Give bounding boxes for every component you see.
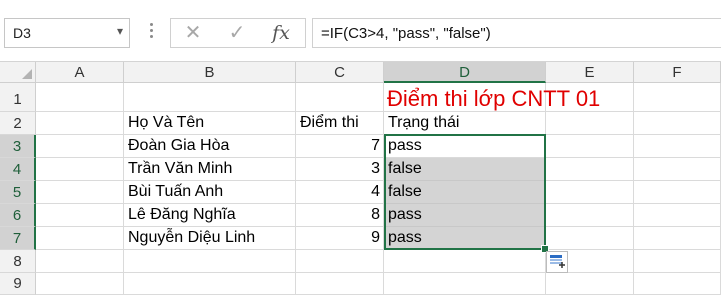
column-header-f[interactable]: F (634, 62, 721, 83)
grid-cell[interactable] (634, 273, 721, 295)
insert-function-button[interactable]: fx (261, 19, 301, 47)
grid-cell[interactable] (36, 227, 124, 250)
cell-d3[interactable]: pass (384, 135, 546, 158)
record-score: 4 (371, 183, 380, 200)
drag-handle-icon[interactable] (148, 20, 154, 44)
grid-cell[interactable] (296, 273, 384, 295)
grid-cell[interactable] (546, 273, 634, 295)
record-name: Bùi Tuấn Anh (128, 183, 224, 200)
record-score: 8 (371, 206, 380, 223)
grid-cell[interactable] (634, 250, 721, 273)
record-status: false (388, 183, 422, 200)
column-header-e[interactable]: E (546, 62, 634, 83)
grid-cell[interactable] (384, 273, 546, 295)
cell-d4[interactable]: false (384, 158, 546, 181)
row-header-1[interactable]: 1 (0, 83, 36, 112)
grid-cell[interactable] (546, 227, 634, 250)
cell-d7[interactable]: pass (384, 227, 546, 250)
header-name: Họ Và Tên (128, 114, 205, 131)
cell-d2[interactable]: Trạng thái (384, 112, 546, 135)
record-score: 7 (371, 137, 380, 154)
cell-b3[interactable]: Đoàn Gia Hòa (124, 135, 296, 158)
grid-cell[interactable] (296, 83, 384, 112)
grid-cell[interactable] (634, 181, 721, 204)
record-status: false (388, 160, 422, 177)
cell-c7[interactable]: 9 (296, 227, 384, 250)
row-header-7[interactable]: 7 (0, 227, 36, 250)
record-score: 9 (371, 229, 380, 246)
cell-b7[interactable]: Nguyễn Diệu Linh (124, 227, 296, 250)
grid-cell[interactable] (384, 250, 546, 273)
grid-cell[interactable] (546, 204, 634, 227)
grid-cell[interactable] (546, 158, 634, 181)
cell-d6[interactable]: pass (384, 204, 546, 227)
formula-input[interactable]: =IF(C3>4, "pass", "false") (312, 18, 721, 48)
grid-cell[interactable] (546, 112, 634, 135)
grid-cell[interactable] (546, 135, 634, 158)
grid-cell[interactable] (36, 112, 124, 135)
sheet-title: Điểm thi lớp CNTT 01 (387, 86, 601, 111)
cell-c2[interactable]: Điểm thi (296, 112, 384, 135)
header-status: Trạng thái (388, 114, 460, 131)
grid-cell[interactable] (634, 112, 721, 135)
cell-d5[interactable]: false (384, 181, 546, 204)
name-box-value: D3 (13, 25, 31, 41)
row-header-4[interactable]: 4 (0, 158, 36, 181)
grid-cell[interactable] (36, 273, 124, 295)
cell-b4[interactable]: Trần Văn Minh (124, 158, 296, 181)
column-header-c[interactable]: C (296, 62, 384, 83)
row-header-9[interactable]: 9 (0, 273, 36, 295)
quick-analysis-button[interactable] (546, 251, 568, 273)
cell-c3[interactable]: 7 (296, 135, 384, 158)
formula-bar-area: D3 ▾ ✕ ✓ fx =IF(C3>4, "pass", "false") (0, 0, 721, 62)
grid-cell[interactable] (634, 135, 721, 158)
cell-c6[interactable]: 8 (296, 204, 384, 227)
record-name: Lê Đăng Nghĩa (128, 206, 236, 223)
row-header-8[interactable]: 8 (0, 250, 36, 273)
record-status: pass (388, 229, 422, 246)
check-icon[interactable]: ✓ (217, 19, 257, 47)
grid-cell[interactable] (124, 83, 296, 112)
cell-b5[interactable]: Bùi Tuấn Anh (124, 181, 296, 204)
row-header-3[interactable]: 3 (0, 135, 36, 158)
grid-cell[interactable] (634, 227, 721, 250)
record-status: pass (388, 137, 422, 154)
record-status: pass (388, 206, 422, 223)
grid-cell[interactable] (36, 250, 124, 273)
grid-cell[interactable] (36, 204, 124, 227)
record-name: Đoàn Gia Hòa (128, 137, 230, 154)
grid-cell[interactable] (36, 135, 124, 158)
grid-cell[interactable] (36, 83, 124, 112)
record-name: Nguyễn Diệu Linh (128, 229, 256, 246)
grid-cell[interactable] (36, 181, 124, 204)
formula-text: =IF(C3>4, "pass", "false") (321, 25, 491, 42)
close-icon[interactable]: ✕ (173, 19, 213, 47)
quick-analysis-icon (550, 255, 565, 268)
cell-b6[interactable]: Lê Đăng Nghĩa (124, 204, 296, 227)
grid-cell[interactable] (546, 181, 634, 204)
row-header-5[interactable]: 5 (0, 181, 36, 204)
formula-buttons: ✕ ✓ fx (170, 18, 306, 48)
grid-cell[interactable] (634, 83, 721, 112)
grid-cell[interactable] (124, 273, 296, 295)
grid-cell[interactable] (296, 250, 384, 273)
grid-cell[interactable] (634, 204, 721, 227)
row-header-2[interactable]: 2 (0, 112, 36, 135)
cell-c5[interactable]: 4 (296, 181, 384, 204)
cell-b2[interactable]: Họ Và Tên (124, 112, 296, 135)
cell-c4[interactable]: 3 (296, 158, 384, 181)
record-name: Trần Văn Minh (128, 160, 233, 177)
chevron-down-icon[interactable]: ▾ (117, 24, 123, 38)
record-score: 3 (371, 160, 380, 177)
name-box[interactable]: D3 ▾ (4, 18, 130, 48)
grid-cell[interactable] (634, 158, 721, 181)
column-header-a[interactable]: A (36, 62, 124, 83)
row-header-6[interactable]: 6 (0, 204, 36, 227)
select-all-button[interactable] (0, 62, 36, 83)
grid-cell[interactable] (36, 158, 124, 181)
grid-cell[interactable] (124, 250, 296, 273)
column-header-d[interactable]: D (384, 62, 546, 83)
column-header-b[interactable]: B (124, 62, 296, 83)
header-score: Điểm thi (300, 114, 359, 131)
